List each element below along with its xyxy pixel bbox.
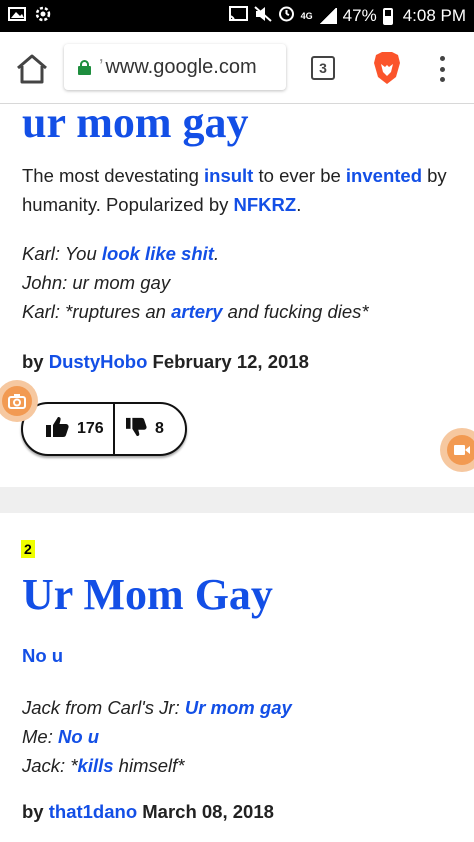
post-date: February 12, 2018 bbox=[152, 351, 309, 372]
example-line: John: ur mom gay bbox=[22, 272, 171, 293]
signal-icon bbox=[318, 8, 337, 24]
link-ur-mom-gay[interactable]: Ur mom gay bbox=[185, 697, 292, 718]
battery-icon bbox=[382, 7, 393, 25]
home-icon[interactable] bbox=[14, 52, 50, 86]
link-artery[interactable]: artery bbox=[171, 301, 222, 322]
link-look-like-shit[interactable]: look like shit bbox=[102, 243, 214, 264]
link-invented[interactable]: invented bbox=[346, 165, 422, 186]
upvote-button[interactable]: 176 bbox=[23, 404, 115, 454]
definition-card: ur mom gay The most devestating insult t… bbox=[0, 105, 474, 487]
definition-meaning: No u bbox=[22, 641, 462, 670]
url-text: ’ www.google.com bbox=[99, 55, 257, 78]
status-bar: 4G 47% 4:08 PM bbox=[0, 0, 474, 32]
brave-lion-icon[interactable] bbox=[372, 51, 402, 85]
contributor-byline: by DustyHobo February 12, 2018 bbox=[22, 351, 309, 372]
example-line: Me: No u bbox=[22, 726, 100, 747]
link-no-u[interactable]: No u bbox=[58, 726, 99, 747]
definition-card: 2 Ur Mom Gay No u Jack from Carl's Jr: U… bbox=[0, 513, 474, 842]
definition-example: Jack from Carl's Jr: Ur mom gay Me: No u… bbox=[22, 693, 462, 780]
example-line: Karl: *ruptures an artery and fucking di… bbox=[22, 301, 369, 322]
network-type: 4G bbox=[300, 11, 313, 21]
more-vert-icon[interactable] bbox=[438, 56, 446, 82]
downvote-button[interactable]: 8 bbox=[115, 404, 164, 454]
definition-meaning: The most devestating insult to ever be i… bbox=[22, 165, 447, 215]
image-notification-icon bbox=[8, 6, 26, 27]
clock: 4:08 PM bbox=[402, 6, 466, 25]
link-nfkrz[interactable]: NFKRZ bbox=[234, 194, 297, 215]
example-line: Jack from Carl's Jr: Ur mom gay bbox=[22, 697, 292, 718]
card-divider bbox=[0, 487, 474, 513]
settings-notification-icon bbox=[34, 5, 52, 28]
vote-buttons: 176 8 bbox=[21, 402, 187, 456]
link-kills[interactable]: kills bbox=[78, 755, 114, 776]
tab-switcher-button[interactable]: 3 bbox=[311, 56, 335, 80]
post-date: March 08, 2018 bbox=[142, 801, 274, 822]
alarm-icon bbox=[278, 5, 295, 27]
lock-icon bbox=[78, 59, 91, 75]
link-insult[interactable]: insult bbox=[204, 165, 253, 186]
example-line: Jack: *kills himself* bbox=[22, 755, 185, 776]
address-bar[interactable]: ’ www.google.com bbox=[64, 44, 286, 90]
downvote-count: 8 bbox=[155, 420, 164, 437]
example-line: Karl: You look like shit. bbox=[22, 243, 220, 264]
page-content: ur mom gay The most devestating insult t… bbox=[0, 105, 474, 842]
author-link[interactable]: DustyHobo bbox=[49, 351, 148, 372]
upvote-count: 176 bbox=[77, 420, 104, 437]
cast-icon bbox=[228, 5, 248, 27]
thumbs-up-icon bbox=[45, 416, 69, 443]
definition-example: Karl: You look like shit. John: ur mom g… bbox=[22, 239, 462, 326]
word-title[interactable]: ur mom gay bbox=[22, 105, 249, 148]
battery-percent: 47% bbox=[342, 6, 377, 25]
contributor-byline: by that1dano March 08, 2018 bbox=[22, 801, 274, 822]
camera-icon bbox=[2, 386, 32, 416]
mute-icon bbox=[253, 5, 272, 27]
link-no-u[interactable]: No u bbox=[22, 645, 63, 666]
word-title[interactable]: Ur Mom Gay bbox=[22, 569, 273, 620]
rank-badge: 2 bbox=[21, 540, 35, 558]
author-link[interactable]: that1dano bbox=[49, 801, 137, 822]
video-camera-icon bbox=[447, 435, 474, 465]
thumbs-down-icon bbox=[125, 417, 147, 442]
browser-toolbar: ’ www.google.com 3 bbox=[0, 32, 474, 104]
